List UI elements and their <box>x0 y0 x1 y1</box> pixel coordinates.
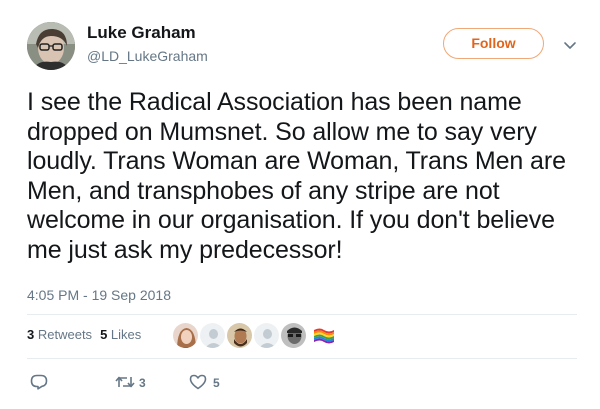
retweet-count: 3 <box>139 376 146 390</box>
avatar[interactable] <box>27 22 75 70</box>
tweet-stats: 3 Retweets 5 Likes <box>27 327 141 342</box>
retweet-icon <box>115 376 135 388</box>
user-name[interactable]: Luke Graham <box>87 23 196 43</box>
divider <box>27 358 577 359</box>
follow-button[interactable]: Follow <box>443 28 544 59</box>
retweets-label: Retweets <box>37 327 93 342</box>
liker-avatar[interactable] <box>253 322 280 349</box>
liker-avatar[interactable] <box>280 322 307 349</box>
tweet-timestamp[interactable]: 4:05 PM - 19 Sep 2018 <box>27 287 171 303</box>
retweets-stat[interactable]: 3 Retweets <box>27 327 92 342</box>
liker-avatar[interactable] <box>226 322 253 349</box>
rainbow-flag-icon[interactable] <box>312 322 336 349</box>
divider <box>27 314 577 315</box>
chevron-down-icon[interactable] <box>563 38 577 52</box>
reply-icon <box>30 374 48 390</box>
likes-count: 5 <box>100 327 108 342</box>
likes-label: Likes <box>110 327 142 342</box>
tweet-text: I see the Radical Association has been n… <box>27 88 566 264</box>
tweet-card: Luke Graham @LD_LukeGraham Follow I see … <box>0 0 600 409</box>
retweets-count: 3 <box>27 327 35 342</box>
liker-avatar[interactable] <box>172 322 199 349</box>
user-handle[interactable]: @LD_LukeGraham <box>87 48 208 64</box>
liker-avatar[interactable] <box>199 322 226 349</box>
heart-icon <box>189 374 207 390</box>
like-count: 5 <box>213 376 220 390</box>
likes-stat[interactable]: 5 Likes <box>100 327 141 342</box>
